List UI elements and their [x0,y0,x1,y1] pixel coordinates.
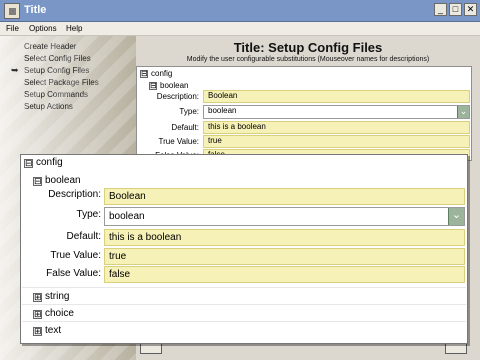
wizard-step-select-config-files[interactable]: Select Config Files [24,54,91,63]
wizard-step-setup-commands[interactable]: Setup Commands [24,90,88,99]
menu-file[interactable]: File [6,24,19,33]
wizard-step-create-header[interactable]: Create Header [24,42,76,51]
wizard-step-select-package-files[interactable]: Select Package Files [24,78,99,87]
dropdown-arrow-icon[interactable]: ⌄ [457,106,469,118]
true-value-label: True Value: [158,137,199,146]
tree-node-choice-label: choice [45,308,74,319]
config-tree-small: ⊟ config ⊟ boolean Description: Boolean … [136,66,472,161]
page-title: Title: Setup Config Files [233,40,383,55]
expand-choice-icon[interactable]: ⊞ [33,310,42,319]
default-label: Default: [171,123,199,132]
menu-options[interactable]: Options [29,24,57,33]
page-subtitle: Modify the user configurable substitutio… [186,56,430,63]
menu-help[interactable]: Help [66,24,82,33]
window-title: Title [24,4,47,16]
close-button[interactable]: ✕ [464,3,477,16]
type-dropdown-value: boolean [109,211,145,222]
true-value-label: True Value: [50,250,101,261]
tree-node-text-label: text [45,325,62,336]
current-step-arrow-icon: ➥ [11,65,19,75]
tree-divider [22,287,466,288]
type-label: Type: [179,107,199,116]
description-label: Description: [156,92,199,101]
false-value-field[interactable]: false [104,266,465,283]
true-value-field[interactable]: true [203,135,470,148]
maximize-button[interactable]: □ [449,3,462,16]
menu-bar: File Options Help [0,22,480,36]
tree-root-label: config [151,69,173,78]
tree-node-boolean-label: boolean [160,81,189,90]
type-dropdown[interactable]: boolean ⌄ [203,105,470,119]
expand-text-icon[interactable]: ⊞ [33,327,42,336]
type-label: Type: [76,209,101,220]
wizard-step-setup-actions[interactable]: Setup Actions [24,102,73,111]
app-icon [4,3,20,19]
collapse-boolean-icon[interactable]: ⊟ [33,177,42,186]
tree-divider [22,304,466,305]
type-dropdown-value: boolean [208,106,237,115]
description-field[interactable]: Boolean [203,90,470,103]
dropdown-arrow-icon[interactable]: ⌄ [448,208,464,225]
false-value-label: False Value: [46,268,101,279]
true-value-field[interactable]: true [104,248,465,265]
collapse-boolean-icon[interactable]: ⊟ [149,82,157,90]
expand-string-icon[interactable]: ⊞ [33,293,42,302]
window-titlebar: Title _ □ ✕ [0,0,480,22]
tree-root-label: config [36,157,63,168]
default-field[interactable]: this is a boolean [203,121,470,134]
tree-node-boolean-label: boolean [45,175,81,186]
description-field[interactable]: Boolean [104,188,465,205]
type-dropdown[interactable]: boolean ⌄ [104,207,465,226]
tree-node-string-label: string [45,291,70,302]
description-label: Description: [48,189,101,200]
minimize-button[interactable]: _ [434,3,447,16]
wizard-step-setup-config-files[interactable]: Setup Config Files [24,66,89,75]
default-field[interactable]: this is a boolean [104,229,465,246]
config-tree-large: ⊟ config ⊟ boolean Description: Boolean … [20,154,468,344]
default-label: Default: [66,231,101,242]
collapse-config-icon[interactable]: ⊟ [140,70,148,78]
tree-divider [22,321,466,322]
collapse-config-icon[interactable]: ⊟ [24,159,33,168]
